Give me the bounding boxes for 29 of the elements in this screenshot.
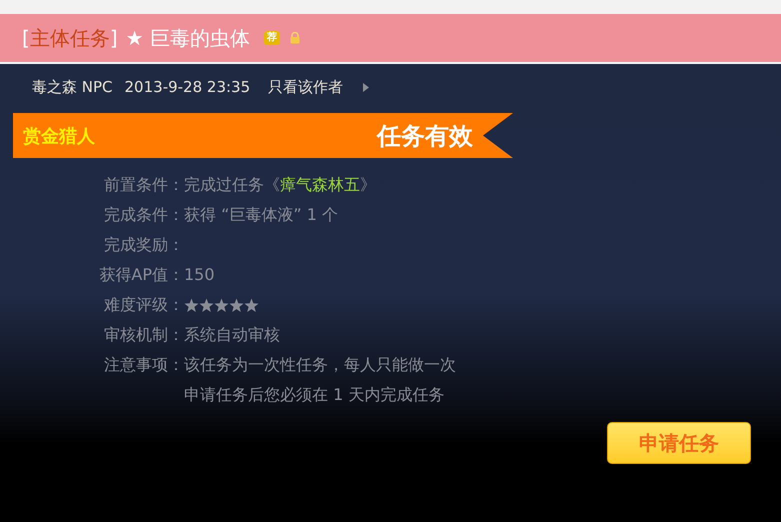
detail-value: 获得 “巨毒体液” 1 个 (184, 204, 338, 226)
bracket: ] (110, 26, 118, 50)
detail-label: 前置条件： (103, 174, 184, 196)
star-icon (214, 298, 229, 312)
post-date: 2013-9-28 23:35 (124, 78, 250, 96)
author-name: 毒之森 NPC (32, 78, 113, 96)
detail-label: 完成奖励： (103, 234, 184, 256)
bracket: [ (22, 26, 30, 50)
detail-value: 系统自动审核 (184, 324, 280, 346)
arrow-icon (363, 82, 370, 92)
detail-value: 完成过任务《瘴气森林五》 (184, 174, 376, 196)
detail-value: 申请任务后您必须在 1 天内完成任务 (184, 384, 446, 406)
star-icon (229, 298, 244, 312)
detail-label: 难度评级： (103, 294, 184, 316)
detail-label: 审核机制： (103, 324, 184, 346)
star-icon (244, 298, 259, 312)
star-icon (199, 298, 214, 312)
recommended-badge: 荐 (264, 31, 280, 45)
quest-link[interactable]: 瘴气森林五 (280, 175, 360, 194)
detail-value: 该任务为一次性任务，每人只能做一次 (184, 354, 456, 376)
detail-label: 注意事项： (103, 354, 184, 376)
quest-title: ★ 巨毒的虫体 (126, 24, 250, 52)
author-filter-link[interactable]: 只看该作者 (268, 78, 344, 96)
detail-label: 获得AP值： (98, 264, 184, 286)
detail-label: 完成条件： (103, 204, 184, 226)
quest-status: 任务有效 (377, 120, 473, 152)
quest-type: 赏金猎人 (23, 124, 95, 148)
detail-value: 150 (184, 264, 215, 286)
star-icon (184, 298, 199, 312)
